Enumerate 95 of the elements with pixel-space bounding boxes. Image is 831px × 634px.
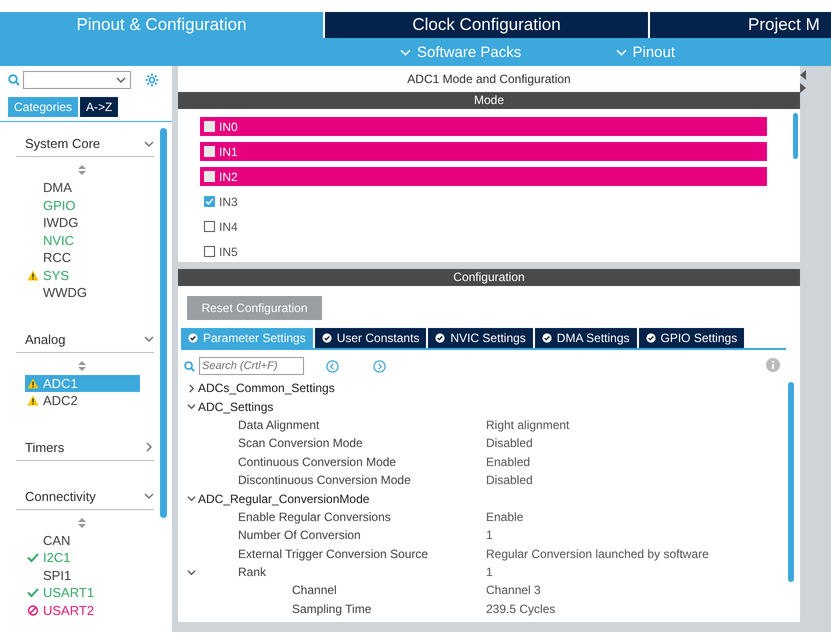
category-item[interactable]: WWDG <box>25 284 140 302</box>
channel-row[interactable]: IN2 <box>200 167 767 186</box>
settings-tab[interactable]: GPIO Settings <box>638 328 746 348</box>
search-icon <box>184 360 195 372</box>
item-label: CAN <box>43 532 70 548</box>
warning-icon <box>27 395 39 406</box>
channel-row[interactable]: IN4 <box>200 217 767 236</box>
parameter-name: Scan Conversion Mode <box>238 436 363 450</box>
channel-row[interactable]: IN0 <box>200 117 767 136</box>
search-icon <box>8 74 20 86</box>
parameter-value[interactable]: Enable <box>486 510 524 524</box>
settings-tab[interactable]: DMA Settings <box>534 328 638 348</box>
category-item[interactable]: RCC <box>25 249 140 266</box>
parameter-value[interactable]: Enabled <box>486 454 530 469</box>
item-label: ADC2 <box>43 393 78 408</box>
sort-icon[interactable] <box>78 360 86 370</box>
section-header: Mode <box>178 92 800 109</box>
item-label: RCC <box>43 250 72 266</box>
parameter-value[interactable]: 1 <box>486 528 493 542</box>
item-label: NVIC <box>43 232 74 248</box>
parameter-value[interactable]: Disabled <box>486 473 533 488</box>
settings-tab[interactable]: NVIC Settings <box>428 328 535 348</box>
parameter-name: Channel <box>292 583 337 598</box>
sort-icon[interactable] <box>78 518 86 528</box>
item-label: DMA <box>43 180 72 196</box>
item-label: WWDG <box>43 285 88 300</box>
category-header[interactable]: System Core <box>16 132 154 157</box>
item-label: ADC1 <box>43 376 78 391</box>
category-header[interactable]: Connectivity <box>16 484 154 510</box>
checkbox[interactable] <box>204 221 215 232</box>
category-item[interactable]: DMA <box>25 179 140 196</box>
item-label: USART2 <box>43 602 94 618</box>
category-item[interactable]: IWDG <box>25 214 140 232</box>
search-field[interactable]: Search (Crtl+F) <box>199 357 304 375</box>
check-circle-icon <box>188 333 198 343</box>
category-item[interactable]: ADC2 <box>25 392 140 410</box>
parameter-value[interactable]: Channel 3 <box>486 583 541 598</box>
item-label: I2C1 <box>43 550 70 566</box>
check-icon <box>27 552 39 564</box>
warning-icon <box>27 270 39 281</box>
category-header[interactable]: Timers <box>16 436 154 460</box>
arrow-right-icon[interactable] <box>800 83 806 93</box>
check-circle-icon <box>435 333 446 343</box>
category-header[interactable]: Analog <box>16 328 154 352</box>
previous-icon[interactable] <box>326 360 339 372</box>
parameter-value[interactable]: Right alignment <box>486 418 570 432</box>
scrollbar[interactable] <box>793 113 798 159</box>
next-icon[interactable] <box>373 360 386 372</box>
check-circle-icon <box>542 333 552 343</box>
item-label: GPIO <box>43 198 76 213</box>
scrollbar[interactable] <box>160 128 167 518</box>
channel-row[interactable]: IN3 <box>200 192 767 211</box>
parameter-name: Data Alignment <box>238 418 320 432</box>
sort-icon[interactable] <box>78 165 86 175</box>
parameter-name[interactable]: ADC_Regular_ConversionMode <box>198 492 370 506</box>
channel-row[interactable]: IN1 <box>200 142 767 161</box>
view-tab[interactable]: A->Z <box>80 97 118 117</box>
settings-icon[interactable] <box>144 72 160 88</box>
scrollbar[interactable] <box>788 382 794 582</box>
top-tab[interactable]: Project M <box>650 12 831 38</box>
prohibited-icon <box>27 604 39 616</box>
info-icon[interactable] <box>766 358 780 372</box>
panel-title: ADC1 Mode and Configuration <box>406 71 572 88</box>
checkbox[interactable] <box>204 196 215 207</box>
warning-icon <box>27 378 39 389</box>
parameter-name[interactable]: ADCs_Common_Settings <box>198 381 335 396</box>
category-item[interactable]: SPI1 <box>25 566 140 584</box>
parameter-value[interactable]: Regular Conversion launched by software <box>486 546 709 561</box>
check-icon <box>27 587 39 598</box>
parameter-name: External Trigger Conversion Source <box>238 546 428 561</box>
item-label: SYS <box>43 268 70 283</box>
parameter-name[interactable]: ADC_Settings <box>198 400 274 414</box>
parameter-name: Discontinuous Conversion Mode <box>238 473 411 488</box>
item-label: SPI1 <box>43 568 72 583</box>
parameter-name[interactable]: Rank <box>238 565 266 580</box>
parameter-value[interactable]: Disabled <box>486 436 533 450</box>
parameter-name: Continuous Conversion Mode <box>238 454 396 469</box>
check-circle-icon <box>322 333 332 343</box>
arrow-left-icon[interactable] <box>800 70 806 80</box>
section-header: Configuration <box>178 269 800 286</box>
settings-tab[interactable]: User Constants <box>314 328 428 348</box>
parameter-value[interactable]: 1 <box>486 565 493 580</box>
category-item[interactable]: USART2 <box>25 602 140 619</box>
checkbox[interactable] <box>204 246 215 257</box>
channel-row[interactable]: IN5 <box>200 242 767 261</box>
item-label: IWDG <box>43 215 78 230</box>
check-circle-icon <box>646 333 656 343</box>
search-combo-field[interactable] <box>23 71 131 89</box>
item-label: USART1 <box>43 585 94 600</box>
parameter-name: Number Of Conversion <box>238 528 361 542</box>
top-tab[interactable]: Clock Configuration <box>325 12 650 38</box>
parameter-name: Sampling Time <box>292 602 372 616</box>
category-item[interactable]: CAN <box>25 532 140 549</box>
parameter-value[interactable]: 239.5 Cycles <box>486 602 556 616</box>
parameter-name: Enable Regular Conversions <box>238 510 391 524</box>
